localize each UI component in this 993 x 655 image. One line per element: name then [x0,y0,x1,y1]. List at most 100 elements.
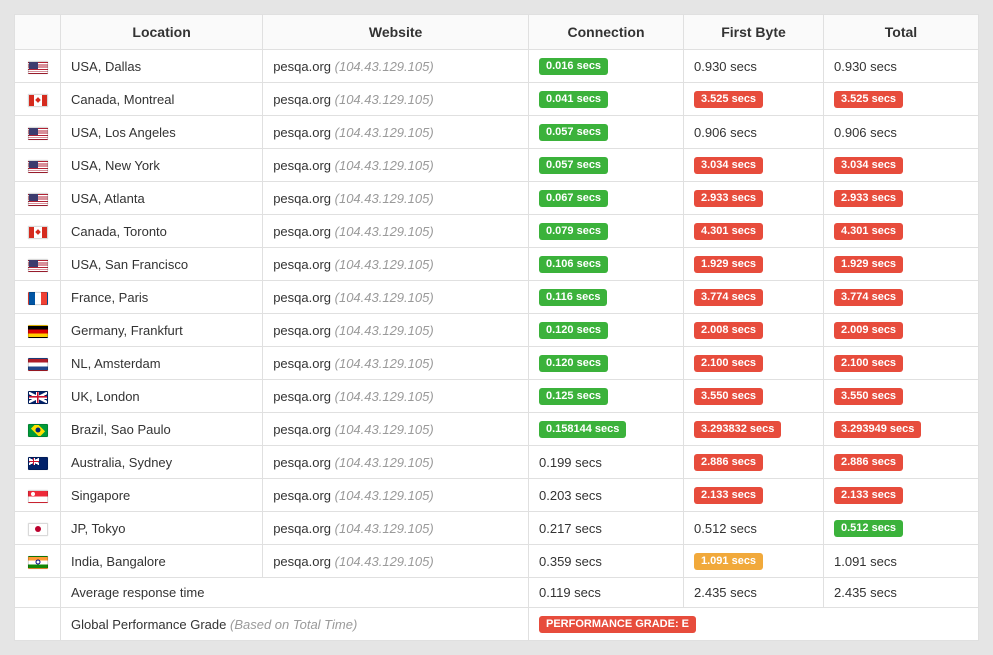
total-cell: 3.550 secs [824,380,979,413]
location-cell: JP, Tokyo [61,512,263,545]
location-cell: Australia, Sydney [61,446,263,479]
total-cell: 1.091 secs [824,545,979,578]
total-cell: 2.133 secs [824,479,979,512]
location-cell: USA, Atlanta [61,182,263,215]
performance-grade-badge: PERFORMANCE GRADE: E [539,616,696,633]
website-domain: pesqa.org [273,59,331,74]
first-byte-badge: 3.550 secs [694,388,763,405]
total-badge: 2.933 secs [834,190,903,207]
website-ip: (104.43.129.105) [335,422,434,437]
location-cell: Germany, Frankfurt [61,314,263,347]
connection-badge: 0.067 secs [539,190,608,207]
connection-cell: 0.106 secs [529,248,684,281]
flag-ca-icon [28,94,48,107]
connection-badge: 0.125 secs [539,388,608,405]
header-connection: Connection [529,15,684,50]
website-cell: pesqa.org (104.43.129.105) [263,83,529,116]
connection-cell: 0.217 secs [529,512,684,545]
connection-cell: 0.041 secs [529,83,684,116]
website-ip: (104.43.129.105) [335,59,434,74]
website-domain: pesqa.org [273,389,331,404]
header-website: Website [263,15,529,50]
total-badge: 3.774 secs [834,289,903,306]
table-row: USA, New Yorkpesqa.org (104.43.129.105) 0… [15,149,979,182]
location-cell: USA, New York [61,149,263,182]
website-cell: pesqa.org (104.43.129.105) [263,50,529,83]
connection-badge: 0.120 secs [539,322,608,339]
first-byte-badge: 2.100 secs [694,355,763,372]
location-cell: NL, Amsterdam [61,347,263,380]
website-ip: (104.43.129.105) [335,356,434,371]
first-byte-cell: 2.100 secs [684,347,824,380]
website-domain: pesqa.org [273,257,331,272]
website-domain: pesqa.org [273,356,331,371]
connection-value: 0.199 secs [539,455,602,470]
website-ip: (104.43.129.105) [335,488,434,503]
connection-badge: 0.057 secs [539,157,608,174]
website-cell: pesqa.org (104.43.129.105) [263,116,529,149]
website-ip: (104.43.129.105) [335,554,434,569]
first-byte-value: 0.512 secs [694,521,757,536]
website-domain: pesqa.org [273,224,331,239]
connection-cell: 0.057 secs [529,116,684,149]
connection-badge: 0.057 secs [539,124,608,141]
table-row: Brazil, Sao Paulopesqa.org (104.43.129.1… [15,413,979,446]
website-cell: pesqa.org (104.43.129.105) [263,149,529,182]
table-row: India, Bangalorepesqa.org (104.43.129.10… [15,545,979,578]
flag-in-icon [28,556,48,569]
location-cell: Canada, Montreal [61,83,263,116]
website-ip: (104.43.129.105) [335,389,434,404]
first-byte-value: 0.930 secs [694,59,757,74]
total-badge: 3.550 secs [834,388,903,405]
website-cell: pesqa.org (104.43.129.105) [263,182,529,215]
total-cell: 3.293949 secs [824,413,979,446]
first-byte-badge: 3.525 secs [694,91,763,108]
latency-table: Location Website Connection First Byte T… [14,14,979,641]
table-row: USA, San Franciscopesqa.org (104.43.129.… [15,248,979,281]
website-ip: (104.43.129.105) [335,323,434,338]
website-cell: pesqa.org (104.43.129.105) [263,512,529,545]
total-badge: 2.009 secs [834,322,903,339]
table-row: USA, Dallaspesqa.org (104.43.129.105)0.0… [15,50,979,83]
total-cell: 0.512 secs [824,512,979,545]
flag-br-icon [28,424,48,437]
flag-fr-icon [28,292,48,305]
location-cell: USA, Dallas [61,50,263,83]
flag-de-icon [28,325,48,338]
website-ip: (104.43.129.105) [335,257,434,272]
website-cell: pesqa.org (104.43.129.105) [263,479,529,512]
website-cell: pesqa.org (104.43.129.105) [263,446,529,479]
first-byte-badge: 3.774 secs [694,289,763,306]
website-ip: (104.43.129.105) [335,125,434,140]
website-domain: pesqa.org [273,455,331,470]
first-byte-cell: 3.525 secs [684,83,824,116]
connection-badge: 0.106 secs [539,256,608,273]
first-byte-badge: 2.008 secs [694,322,763,339]
website-cell: pesqa.org (104.43.129.105) [263,248,529,281]
first-byte-cell: 2.933 secs [684,182,824,215]
location-cell: India, Bangalore [61,545,263,578]
table-row: Germany, Frankfurtpesqa.org (104.43.129.… [15,314,979,347]
website-cell: pesqa.org (104.43.129.105) [263,314,529,347]
connection-value: 0.359 secs [539,554,602,569]
connection-cell: 0.199 secs [529,446,684,479]
first-byte-badge: 4.301 secs [694,223,763,240]
first-byte-badge: 1.929 secs [694,256,763,273]
first-byte-cell: 4.301 secs [684,215,824,248]
first-byte-cell: 0.930 secs [684,50,824,83]
total-cell: 4.301 secs [824,215,979,248]
website-domain: pesqa.org [273,521,331,536]
website-ip: (104.43.129.105) [335,224,434,239]
total-value: 0.906 secs [834,125,897,140]
total-value: 1.091 secs [834,554,897,569]
connection-cell: 0.079 secs [529,215,684,248]
website-cell: pesqa.org (104.43.129.105) [263,380,529,413]
location-cell: Brazil, Sao Paulo [61,413,263,446]
first-byte-badge: 3.034 secs [694,157,763,174]
header-flag [15,15,61,50]
location-cell: France, Paris [61,281,263,314]
connection-badge: 0.079 secs [539,223,608,240]
total-cell: 3.034 secs [824,149,979,182]
connection-cell: 0.359 secs [529,545,684,578]
first-byte-cell: 0.512 secs [684,512,824,545]
